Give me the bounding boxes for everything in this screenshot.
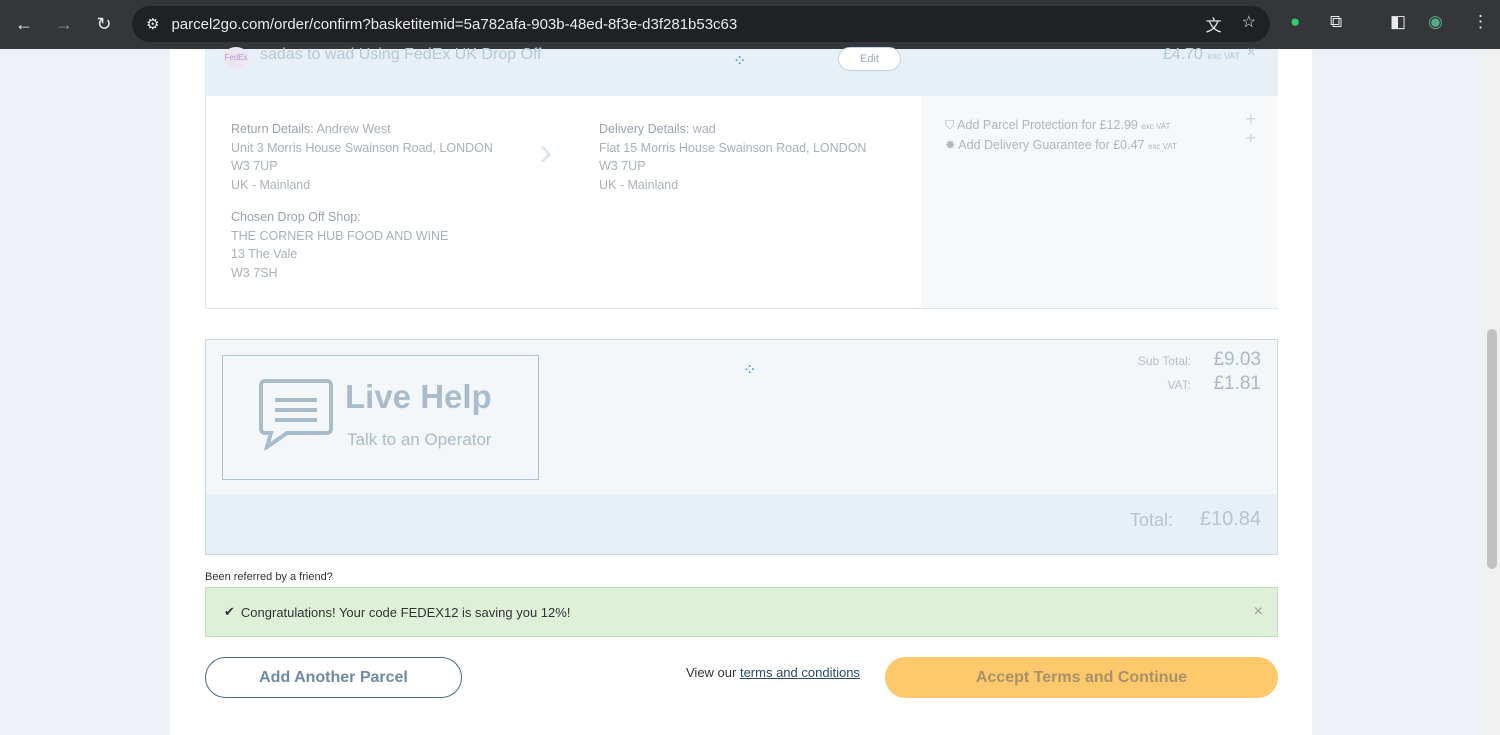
- return-line: W3 7UP: [231, 159, 278, 173]
- option-label: Add Delivery Guarantee for £0.47: [958, 138, 1145, 152]
- add-another-parcel-button[interactable]: Add Another Parcel: [205, 657, 462, 698]
- subtotal-label: Sub Total:: [1137, 354, 1191, 368]
- vat-label: VAT:: [1167, 378, 1191, 392]
- loading-spinner-icon: ⁘: [733, 53, 747, 70]
- delivery-line: Flat 15 Morris House Swainson Road, LOND…: [599, 140, 867, 155]
- live-help-subtitle: Talk to an Operator: [347, 430, 492, 449]
- shop-line: 13 The Vale: [231, 247, 298, 261]
- shop-line: THE CORNER HUB FOOD AND WINE: [231, 228, 449, 243]
- page-content: FedEx sadas to wad Using FedEx UK Drop O…: [170, 44, 1312, 735]
- delivery-name: wad: [692, 122, 716, 136]
- basket-item-header: FedEx sadas to wad Using FedEx UK Drop O…: [205, 44, 1278, 96]
- delivery-details: Delivery Details: wad Flat 15 Morris Hou…: [599, 120, 866, 194]
- return-name: Andrew West: [316, 122, 391, 136]
- live-help-title: Live Help: [345, 378, 492, 415]
- live-help-button[interactable]: Live Help Talk to an Operator: [222, 355, 539, 480]
- check-circle-icon: ✔: [224, 604, 235, 619]
- plus-icon[interactable]: +: [1245, 129, 1256, 147]
- total-value: £10.84: [1199, 508, 1261, 530]
- close-alert-button[interactable]: ×: [1254, 603, 1263, 621]
- accept-terms-button[interactable]: Accept Terms and Continue: [885, 657, 1278, 698]
- return-line: Unit 3 Morris House Swainson Road, LONDO…: [231, 140, 493, 155]
- terms-prefix: View our: [686, 665, 737, 680]
- scrollbar-thumb[interactable]: [1487, 329, 1497, 569]
- total-label: Total:: [1129, 510, 1173, 530]
- menu-icon[interactable]: ⋮: [1472, 12, 1489, 32]
- browser-toolbar: ← → ↻ ⚙ parcel2go.com/order/confirm?bask…: [0, 0, 1500, 49]
- option-note: exc VAT: [1141, 122, 1171, 131]
- item-title: sadas to wad Using FedEx UK Drop Off: [260, 46, 542, 63]
- basket-item-details: Return Details: Andrew West Unit 3 Morri…: [205, 96, 1278, 309]
- back-icon[interactable]: ←: [4, 14, 44, 35]
- edit-button[interactable]: Edit: [838, 47, 901, 71]
- reload-icon[interactable]: ↻: [84, 14, 124, 35]
- delivery-guarantee-option[interactable]: ✹ Add Delivery Guarantee for £0.47 exc V…: [945, 129, 1256, 156]
- promo-alert: ✔ Congratulations! Your code FEDEX12 is …: [205, 587, 1278, 637]
- return-details: Return Details: Andrew West Unit 3 Morri…: [231, 120, 493, 282]
- remove-item-button[interactable]: ×: [1247, 44, 1256, 62]
- option-label: Add Parcel Protection for £12.99: [957, 118, 1138, 132]
- item-price: £4.70: [1162, 46, 1203, 63]
- parcel-protection-option[interactable]: ⛉ Add Parcel Protection for £12.99 exc V…: [945, 110, 1256, 136]
- return-line: UK - Mainland: [231, 177, 311, 192]
- promo-message: Congratulations! Your code FEDEX12 is sa…: [240, 604, 571, 620]
- shield-icon: ⛉: [945, 118, 955, 132]
- price-note: exc VAT: [1207, 51, 1240, 61]
- delivery-line: W3 7UP: [599, 159, 646, 173]
- subtotal-value: £9.03: [1213, 349, 1261, 370]
- translate-icon[interactable]: 文: [1206, 12, 1222, 36]
- return-label: Return Details:: [231, 122, 314, 136]
- site-info-icon[interactable]: ⚙: [146, 15, 159, 33]
- scrollbar[interactable]: [1484, 49, 1500, 735]
- delivery-line: UK - Mainland: [599, 177, 679, 192]
- forward-icon[interactable]: →: [44, 14, 84, 35]
- address-bar[interactable]: ⚙ parcel2go.com/order/confirm?basketitem…: [132, 6, 1270, 42]
- vat-value: £1.81: [1213, 373, 1261, 394]
- plus-icon[interactable]: +: [1245, 110, 1256, 128]
- side-panel-icon[interactable]: ◧: [1390, 12, 1406, 32]
- profile-avatar[interactable]: ◉: [1428, 12, 1443, 32]
- extension-icon[interactable]: ●: [1290, 12, 1300, 32]
- referral-link[interactable]: Been referred by a friend?: [205, 571, 333, 583]
- fedex-logo: FedEx: [223, 47, 249, 69]
- bookmark-star-icon[interactable]: ☆: [1242, 12, 1256, 36]
- delivery-label: Delivery Details:: [599, 122, 690, 136]
- extensions-puzzle-icon[interactable]: ⧉: [1330, 12, 1342, 32]
- chevron-right-icon: ›: [539, 130, 553, 174]
- badge-icon: ✹: [945, 138, 956, 152]
- shop-label: Chosen Drop Off Shop:: [231, 210, 361, 224]
- total-bar: Total: £10.84: [206, 494, 1277, 554]
- order-summary: Total: £10.84 Live Help Talk to an Opera…: [205, 339, 1278, 555]
- url-text[interactable]: parcel2go.com/order/confirm?basketitemid…: [171, 16, 737, 33]
- shop-line: W3 7SH: [231, 265, 278, 280]
- extras-panel: ⛉ Add Parcel Protection for £12.99 exc V…: [921, 96, 1278, 308]
- terms-link[interactable]: terms and conditions: [740, 665, 860, 680]
- option-note: exc VAT: [1147, 142, 1178, 151]
- chat-bubble-icon: [259, 379, 333, 450]
- loading-spinner-icon: ⁘: [743, 362, 757, 379]
